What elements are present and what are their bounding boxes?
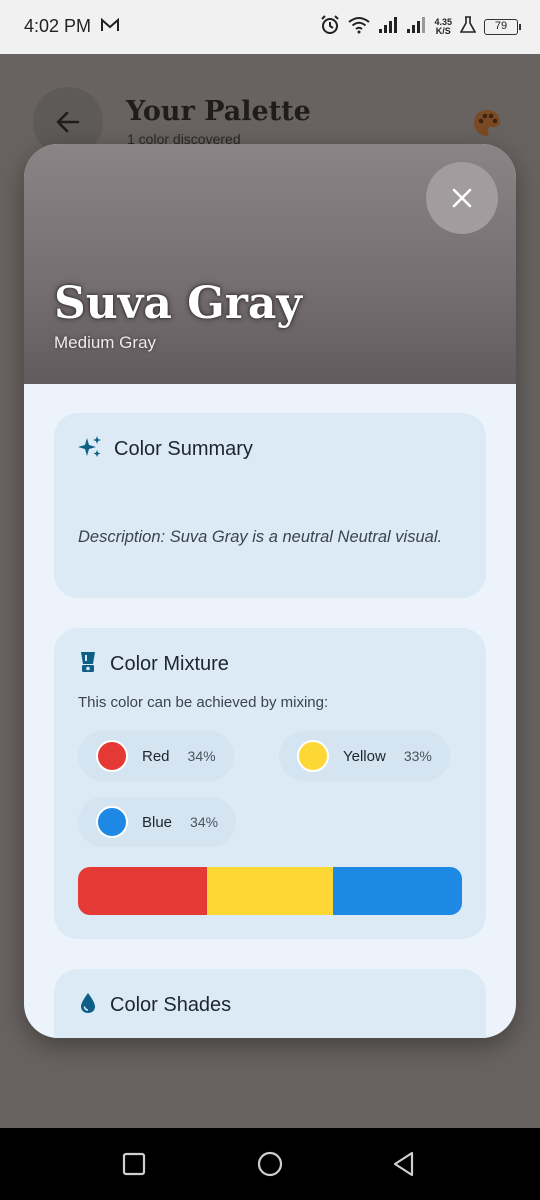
mix-name: Red bbox=[142, 747, 170, 765]
mix-chip-red: Red 34% bbox=[78, 731, 234, 781]
mix-percent: 34% bbox=[190, 814, 219, 830]
color-name: Suva Gray bbox=[54, 278, 302, 329]
alarm-icon bbox=[320, 14, 340, 40]
gmail-icon bbox=[100, 17, 120, 38]
page-title: Your Palette bbox=[126, 96, 311, 127]
mix-percent: 34% bbox=[187, 748, 216, 764]
wifi-icon bbox=[348, 16, 371, 39]
summary-card: Color Summary Description: Suva Gray is … bbox=[54, 413, 486, 598]
mix-percent: 33% bbox=[403, 748, 432, 764]
signal-icon-2 bbox=[406, 16, 426, 39]
mixture-title: Color Mixture bbox=[110, 652, 229, 675]
sparkle-icon bbox=[78, 435, 102, 464]
mix-chip-yellow: Yellow 33% bbox=[279, 731, 450, 781]
mixture-intro: This color can be achieved by mixing: bbox=[78, 694, 329, 711]
mix-chip-blue: Blue 34% bbox=[78, 797, 237, 847]
mixture-bar bbox=[78, 867, 462, 915]
status-bar: 4:02 PM 4.35 K/S 79 bbox=[0, 0, 540, 54]
flask-icon bbox=[459, 15, 477, 39]
mix-swatch bbox=[96, 740, 128, 772]
summary-title: Color Summary bbox=[114, 437, 253, 460]
arrow-left-icon bbox=[56, 111, 80, 133]
network-speed: 4.35 K/S bbox=[434, 18, 452, 36]
blender-icon bbox=[78, 650, 98, 679]
speed-unit: K/S bbox=[435, 26, 451, 36]
triangle-back-icon bbox=[393, 1151, 414, 1177]
mix-segment-blue bbox=[332, 867, 462, 915]
mix-name: Yellow bbox=[343, 747, 386, 765]
back-nav-button[interactable] bbox=[392, 1151, 416, 1182]
status-time: 4:02 PM bbox=[24, 16, 92, 36]
color-detail-dialog: Suva Gray Medium Gray Color Summary Desc… bbox=[24, 144, 516, 1038]
mix-name: Blue bbox=[142, 813, 173, 831]
palette-icon[interactable] bbox=[472, 108, 502, 143]
mix-swatch bbox=[96, 806, 128, 838]
color-subtitle: Medium Gray bbox=[54, 333, 157, 352]
mix-segment-red bbox=[78, 867, 208, 915]
color-hero: Suva Gray Medium Gray bbox=[24, 144, 516, 384]
shades-title: Color Shades bbox=[110, 993, 232, 1016]
mix-segment-yellow bbox=[207, 867, 333, 915]
signal-icon bbox=[378, 16, 398, 39]
shades-card: Color Shades bbox=[54, 969, 486, 1038]
square-icon bbox=[122, 1152, 146, 1176]
mixture-card: Color Mixture This color can be achieved… bbox=[54, 628, 486, 939]
close-icon bbox=[452, 188, 472, 208]
close-button[interactable] bbox=[426, 162, 498, 234]
circle-icon bbox=[257, 1151, 283, 1177]
recents-button[interactable] bbox=[122, 1152, 146, 1181]
battery-indicator: 79 bbox=[484, 19, 521, 35]
summary-description: Description: Suva Gray is a neutral Neut… bbox=[78, 528, 443, 546]
water-drop-icon bbox=[78, 991, 98, 1020]
navigation-bar bbox=[0, 1128, 540, 1200]
mix-swatch bbox=[297, 740, 329, 772]
home-button[interactable] bbox=[257, 1151, 283, 1182]
